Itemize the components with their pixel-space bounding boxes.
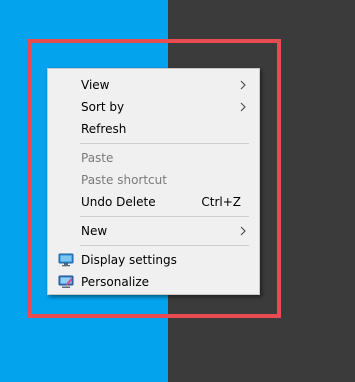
menu-item-view[interactable]: View: [48, 74, 259, 96]
menu-item-refresh-label: Refresh: [81, 122, 127, 136]
menu-item-new-label: New: [81, 224, 108, 238]
menu-item-undo-delete[interactable]: Undo Delete Ctrl+Z: [48, 191, 259, 213]
menu-separator: [80, 245, 249, 246]
chevron-right-icon: [240, 226, 246, 236]
chevron-right-icon: [240, 102, 246, 112]
context-menu: View Sort by Refresh Paste Paste shortcu…: [47, 68, 260, 295]
chevron-right-icon: [240, 80, 246, 90]
menu-item-paste-shortcut[interactable]: Paste shortcut: [48, 169, 259, 191]
menu-item-sort-by[interactable]: Sort by: [48, 96, 259, 118]
menu-separator: [80, 216, 249, 217]
desktop[interactable]: View Sort by Refresh Paste Paste shortcu…: [0, 0, 355, 382]
menu-item-view-label: View: [81, 78, 110, 92]
menu-item-display-settings-label: Display settings: [81, 253, 177, 267]
menu-item-personalize[interactable]: Personalize: [48, 271, 259, 293]
menu-item-undo-delete-shortcut: Ctrl+Z: [201, 195, 241, 209]
menu-item-paste-label: Paste: [81, 151, 114, 165]
menu-item-undo-delete-label: Undo Delete: [81, 195, 156, 209]
menu-item-display-settings[interactable]: Display settings: [48, 249, 259, 271]
menu-item-paste-shortcut-label: Paste shortcut: [81, 173, 167, 187]
menu-separator: [80, 143, 249, 144]
personalize-icon: [58, 275, 74, 288]
menu-item-paste[interactable]: Paste: [48, 147, 259, 169]
menu-item-new[interactable]: New: [48, 220, 259, 242]
menu-item-refresh[interactable]: Refresh: [48, 118, 259, 140]
menu-item-personalize-label: Personalize: [81, 275, 150, 289]
menu-item-sort-by-label: Sort by: [81, 100, 125, 114]
display-settings-icon: [58, 253, 74, 267]
